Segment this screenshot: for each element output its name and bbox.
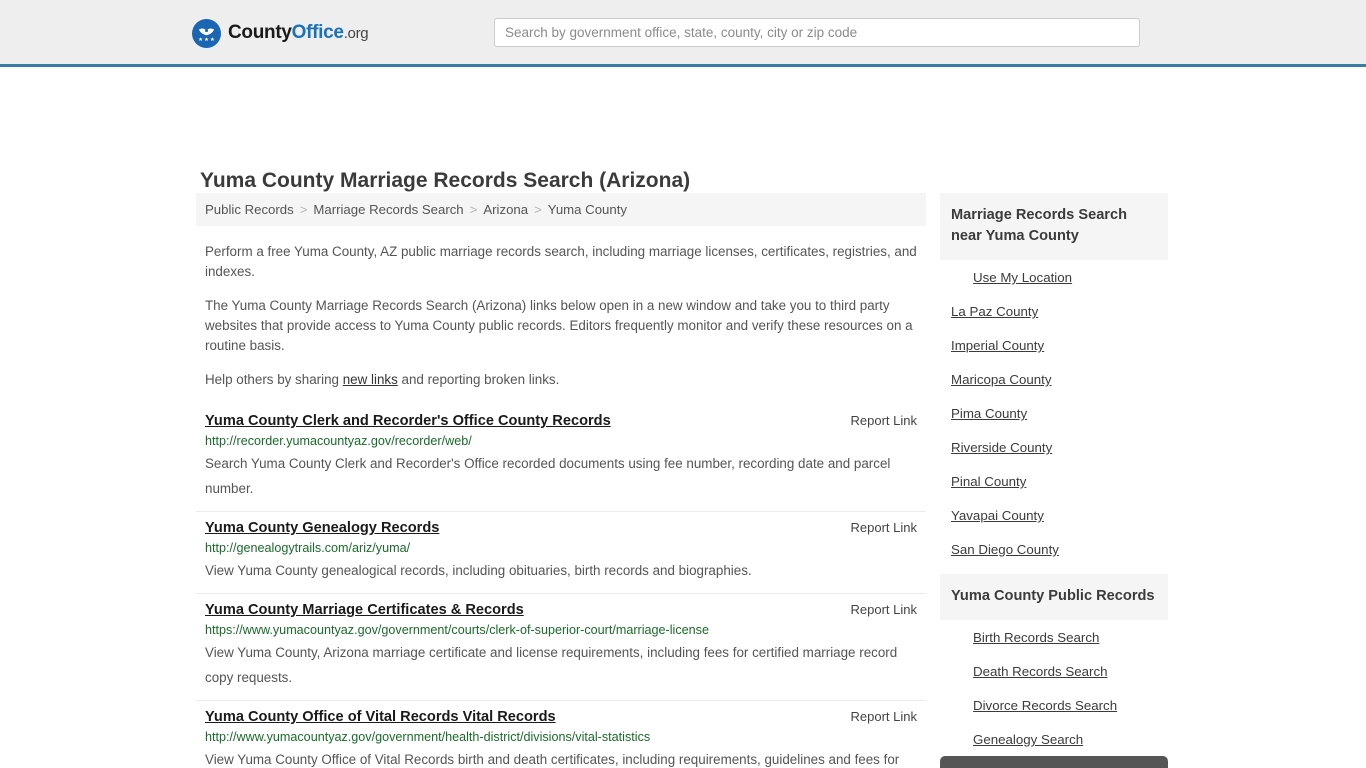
result-header: Yuma County Marriage Certificates & Reco… bbox=[205, 602, 917, 618]
breadcrumb: Public Records > Marriage Records Search… bbox=[196, 193, 926, 226]
eagle-seal-icon bbox=[192, 18, 221, 48]
result-header: Yuma County Genealogy Records Report Lin… bbox=[205, 520, 917, 536]
breadcrumb-item-public-records[interactable]: Public Records bbox=[205, 202, 294, 217]
list-item: Maricopa County bbox=[940, 362, 1168, 396]
sidebar-nearby-list: Use My Location La Paz County Imperial C… bbox=[940, 260, 1168, 566]
report-link-button[interactable]: Report Link bbox=[851, 413, 917, 428]
list-item: Pima County bbox=[940, 396, 1168, 430]
new-links-link[interactable]: new links bbox=[343, 372, 398, 387]
sidebar-item-genealogy-search[interactable]: Genealogy Search bbox=[940, 722, 1168, 756]
main-content: Public Records > Marriage Records Search… bbox=[196, 193, 926, 768]
report-link-button[interactable]: Report Link bbox=[851, 602, 917, 617]
intro-text-after-link: and reporting broken links. bbox=[397, 372, 560, 387]
list-item: Divorce Records Search bbox=[940, 688, 1168, 722]
sidebar-item-use-my-location[interactable]: Use My Location bbox=[940, 260, 1168, 294]
sidebar-item-birth-records-search[interactable]: Birth Records Search bbox=[940, 620, 1168, 654]
result-url: http://www.yumacountyaz.gov/government/h… bbox=[205, 730, 651, 744]
breadcrumb-item-marriage-records-search[interactable]: Marriage Records Search bbox=[313, 202, 463, 217]
intro-text-before-link: Help others by sharing bbox=[205, 372, 343, 387]
result-item: Yuma County Genealogy Records Report Lin… bbox=[196, 511, 926, 593]
search-input[interactable] bbox=[494, 18, 1140, 47]
result-description: View Yuma County genealogical records, i… bbox=[205, 563, 752, 578]
result-title-link[interactable]: Yuma County Genealogy Records bbox=[205, 520, 439, 536]
logo-text-county: County bbox=[228, 22, 292, 43]
sidebar-section-public-records: Yuma County Public Records Birth Records… bbox=[940, 574, 1168, 768]
result-item: Yuma County Clerk and Recorder's Office … bbox=[196, 405, 926, 511]
result-item: Yuma County Marriage Certificates & Reco… bbox=[196, 593, 926, 700]
list-item: San Diego County bbox=[940, 532, 1168, 566]
logo-text-org: .org bbox=[343, 25, 369, 42]
breadcrumb-separator: > bbox=[299, 202, 308, 217]
breadcrumb-item-yuma-county: Yuma County bbox=[547, 202, 627, 217]
result-description: View Yuma County, Arizona marriage certi… bbox=[205, 645, 898, 685]
sidebar-item-maricopa-county[interactable]: Maricopa County bbox=[940, 362, 1168, 396]
list-item: Riverside County bbox=[940, 430, 1168, 464]
site-logo[interactable]: CountyOffice.org bbox=[192, 18, 369, 48]
result-description: Search Yuma County Clerk and Recorder's … bbox=[205, 456, 891, 496]
sidebar-item-imperial-county[interactable]: Imperial County bbox=[940, 328, 1168, 362]
sidebar-heading-public-records: Yuma County Public Records bbox=[940, 574, 1168, 620]
sidebar-heading-nearby: Marriage Records Search near Yuma County bbox=[940, 193, 1168, 260]
intro-text: Perform a free Yuma County, AZ public ma… bbox=[196, 226, 926, 390]
list-item: Pinal County bbox=[940, 464, 1168, 498]
result-url: http://genealogytrails.com/ariz/yuma/ bbox=[205, 541, 411, 555]
list-item: Marriage Records Search bbox=[940, 756, 1168, 768]
list-item: La Paz County bbox=[940, 294, 1168, 328]
sidebar-section-nearby: Marriage Records Search near Yuma County… bbox=[940, 193, 1168, 566]
breadcrumb-separator: > bbox=[534, 202, 542, 217]
sidebar-item-marriage-records-search[interactable]: Marriage Records Search bbox=[940, 756, 1168, 768]
result-header: Yuma County Clerk and Recorder's Office … bbox=[205, 413, 917, 429]
report-link-button[interactable]: Report Link bbox=[851, 520, 917, 535]
result-title-link[interactable]: Yuma County Office of Vital Records Vita… bbox=[205, 709, 556, 725]
sidebar-item-pima-county[interactable]: Pima County bbox=[940, 396, 1168, 430]
page-title: Yuma County Marriage Records Search (Ari… bbox=[200, 169, 691, 193]
site-header: CountyOffice.org bbox=[0, 0, 1366, 67]
result-title-link[interactable]: Yuma County Marriage Certificates & Reco… bbox=[205, 602, 524, 618]
sidebar-item-la-paz-county[interactable]: La Paz County bbox=[940, 294, 1168, 328]
result-description: View Yuma County Office of Vital Records… bbox=[205, 752, 900, 767]
report-link-button[interactable]: Report Link bbox=[851, 709, 917, 724]
result-item: Yuma County Office of Vital Records Vita… bbox=[196, 700, 926, 768]
sidebar-public-records-list: Birth Records Search Death Records Searc… bbox=[940, 620, 1168, 768]
sidebar-item-divorce-records-search[interactable]: Divorce Records Search bbox=[940, 688, 1168, 722]
sidebar-item-death-records-search[interactable]: Death Records Search bbox=[940, 654, 1168, 688]
list-item: Yavapai County bbox=[940, 498, 1168, 532]
breadcrumb-separator: > bbox=[469, 202, 478, 217]
sidebar-item-riverside-county[interactable]: Riverside County bbox=[940, 430, 1168, 464]
breadcrumb-item-arizona[interactable]: Arizona bbox=[483, 202, 528, 217]
intro-paragraph-1: Perform a free Yuma County, AZ public ma… bbox=[205, 244, 917, 279]
sidebar-item-pinal-county[interactable]: Pinal County bbox=[940, 464, 1168, 498]
intro-paragraph-3: Help others by sharing new links and rep… bbox=[205, 356, 917, 390]
list-item: Birth Records Search bbox=[940, 620, 1168, 654]
logo-text-office: Office bbox=[291, 22, 344, 43]
list-item: Death Records Search bbox=[940, 654, 1168, 688]
result-url: https://www.yumacountyaz.gov/government/… bbox=[205, 623, 709, 637]
results-list: Yuma County Clerk and Recorder's Office … bbox=[196, 405, 926, 768]
sidebar-item-yavapai-county[interactable]: Yavapai County bbox=[940, 498, 1168, 532]
sidebar: Marriage Records Search near Yuma County… bbox=[940, 193, 1168, 768]
list-item: Genealogy Search bbox=[940, 722, 1168, 756]
logo-wordmark: CountyOffice.org bbox=[228, 22, 369, 44]
list-item: Use My Location bbox=[940, 260, 1168, 294]
result-url: http://recorder.yumacountyaz.gov/recorde… bbox=[205, 434, 472, 448]
result-title-link[interactable]: Yuma County Clerk and Recorder's Office … bbox=[205, 413, 611, 429]
list-item: Imperial County bbox=[940, 328, 1168, 362]
intro-paragraph-2: The Yuma County Marriage Records Search … bbox=[205, 298, 913, 353]
sidebar-item-san-diego-county[interactable]: San Diego County bbox=[940, 532, 1168, 566]
result-header: Yuma County Office of Vital Records Vita… bbox=[205, 709, 917, 725]
